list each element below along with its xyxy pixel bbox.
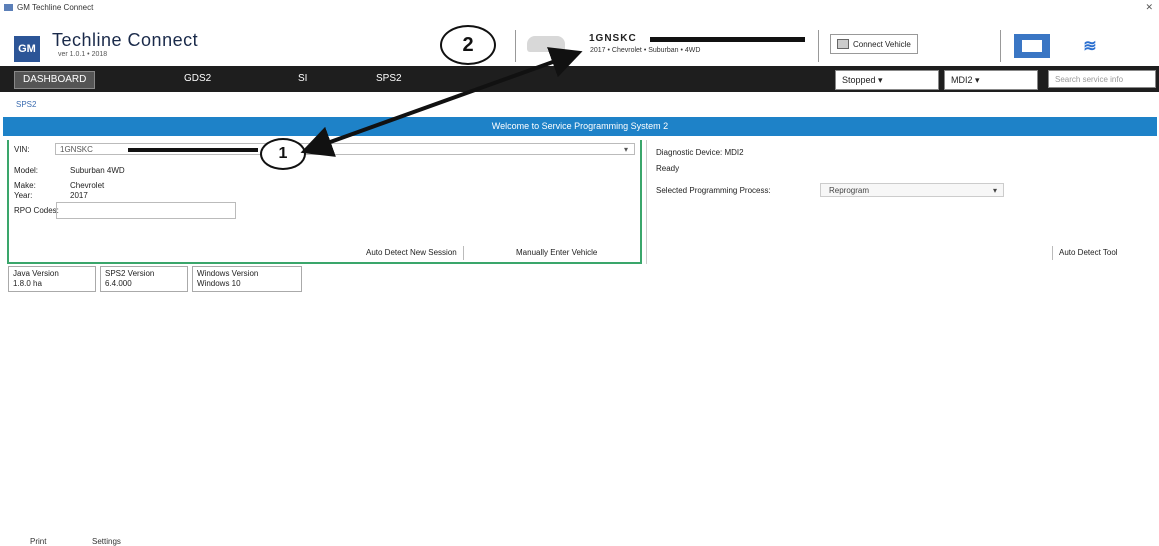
settings-link[interactable]: Settings: [92, 537, 121, 546]
print-link[interactable]: Print: [30, 537, 46, 546]
callout-arrow: [300, 47, 583, 157]
